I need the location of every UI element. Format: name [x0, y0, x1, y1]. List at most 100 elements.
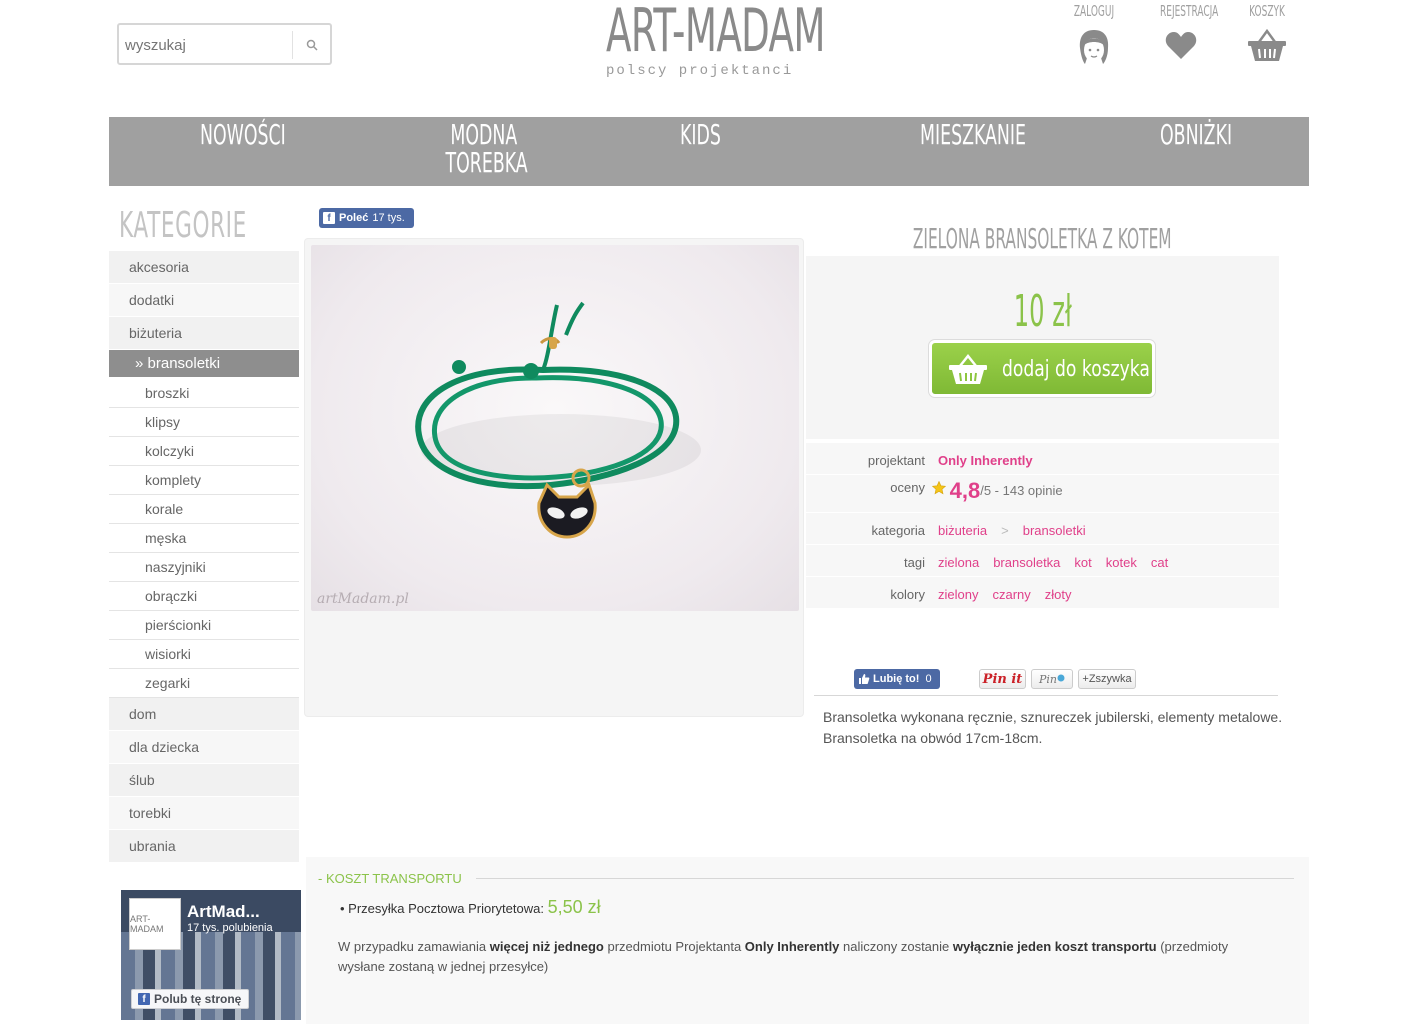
- attr-colors: kolory zielony czarny złoty: [806, 577, 1279, 609]
- search-box: [117, 23, 332, 65]
- thumbs-up-icon: [859, 674, 870, 684]
- subcategory-zegarki[interactable]: zegarki: [109, 669, 299, 698]
- subcategory-klipsy[interactable]: klipsy: [109, 408, 299, 437]
- register-label: REJESTRACJA: [1160, 2, 1219, 20]
- shipping-note: W przypadku zamawiania więcej niż jedneg…: [338, 937, 1278, 977]
- color-link[interactable]: czarny: [992, 587, 1030, 602]
- pin-icon: Pin: [1038, 673, 1065, 686]
- fb-share-button[interactable]: f Poleć 17 tys.: [319, 208, 414, 228]
- attr-tags-label: tagi: [904, 555, 925, 570]
- zszywka-label: +Zszywka: [1082, 673, 1132, 685]
- tag-link[interactable]: zielona: [938, 555, 979, 570]
- shipping-note-text: naliczony zostanie: [839, 939, 953, 954]
- subcategory-broszki[interactable]: broszki: [109, 379, 299, 408]
- attr-category: kategoria biżuteria > bransoletki: [806, 513, 1279, 545]
- logo-subtitle: polscy projektanci: [606, 63, 794, 79]
- color-link[interactable]: złoty: [1045, 587, 1072, 602]
- shipping-option-label: • Przesyłka Pocztowa Priorytetowa:: [340, 901, 544, 916]
- pinit-label: Pin it: [982, 671, 1023, 687]
- fb-page-name[interactable]: ArtMad...: [187, 902, 260, 922]
- subcategory-pierscionki[interactable]: pierścionki: [109, 611, 299, 640]
- fb-like-label: Lubię to!: [873, 673, 920, 685]
- subcategory-wisiorki[interactable]: wisiorki: [109, 640, 299, 669]
- cart-label: KOSZYK: [1249, 2, 1285, 20]
- zszywka-button[interactable]: +Zszywka: [1078, 669, 1136, 689]
- attr-rating-label: oceny: [890, 480, 925, 495]
- login-link[interactable]: ZALOGUJ: [1059, 2, 1129, 68]
- search-button[interactable]: [299, 32, 325, 58]
- shipping-note-bold: więcej niż jednego: [489, 939, 604, 954]
- add-to-cart-button[interactable]: dodaj do koszyka: [929, 340, 1155, 397]
- basket-icon: [1248, 28, 1286, 61]
- shipping-price: 5,50 zł: [547, 897, 601, 917]
- tag-link[interactable]: cat: [1151, 555, 1168, 570]
- nav-item-obnizki[interactable]: OBNIŻKI: [1160, 121, 1232, 149]
- cart-link[interactable]: KOSZYK: [1232, 2, 1302, 64]
- subcategory-obraczki[interactable]: obrączki: [109, 582, 299, 611]
- attr-category-label: kategoria: [871, 523, 925, 538]
- fb-page-logo[interactable]: ART-MADAM: [129, 898, 181, 950]
- subcategory-korale[interactable]: korale: [109, 495, 299, 524]
- category-dom[interactable]: dom: [109, 698, 299, 731]
- search-input[interactable]: [125, 33, 290, 57]
- facebook-page-widget: ART-MADAM ArtMad... 17 tys. polubienia f…: [121, 890, 301, 1020]
- shipping-note-designer: Only Inherently: [744, 939, 840, 954]
- color-link[interactable]: zielony: [938, 587, 978, 602]
- photo-watermark: artMadam.pl: [317, 591, 409, 607]
- category-torebki[interactable]: torebki: [109, 797, 299, 830]
- nav-item-modna-torebka[interactable]: MODNA TOREBKA: [440, 121, 528, 177]
- product-image-frame: artMadam.pl: [304, 238, 804, 717]
- social-buttons: Lubię to! 0 Pin it Pin +Zszywka: [854, 669, 1284, 691]
- category-akcesoria[interactable]: akcesoria: [109, 251, 299, 284]
- rating-count[interactable]: /5 - 143 opinie: [980, 483, 1062, 498]
- category-slub[interactable]: ślub: [109, 764, 299, 797]
- price-box: 10 zł dodaj do koszyka: [806, 256, 1279, 439]
- share-count: 17 tys.: [372, 212, 405, 224]
- login-label: ZALOGUJ: [1073, 2, 1115, 20]
- category-separator: >: [1001, 523, 1009, 538]
- share-label: Poleć: [339, 212, 369, 224]
- facebook-icon: f: [323, 212, 335, 224]
- price-wrap: 10 zł: [806, 286, 1279, 337]
- subcategory-naszyjniki[interactable]: naszyjniki: [109, 553, 299, 582]
- category-bransoletki[interactable]: » bransoletki: [109, 350, 299, 378]
- facebook-icon: f: [138, 993, 150, 1005]
- svg-text:Pin: Pin: [1038, 673, 1057, 686]
- shipping-title: - KOSZT TRANSPORTU: [318, 871, 462, 886]
- site-logo[interactable]: ART-MADAM polscy projektanci: [606, 0, 825, 85]
- shipping-option: • Przesyłka Pocztowa Priorytetowa: 5,50 …: [340, 897, 601, 918]
- fb-like-button[interactable]: Lubię to! 0: [854, 669, 940, 689]
- tag-link[interactable]: bransoletka: [993, 555, 1060, 570]
- register-link[interactable]: REJESTRACJA: [1146, 2, 1219, 62]
- category-ubrania[interactable]: ubrania: [109, 830, 299, 863]
- shipping-title-text: KOSZT TRANSPORTU: [325, 871, 462, 886]
- fb-like-count: 0: [925, 673, 932, 685]
- tag-link[interactable]: kot: [1074, 555, 1091, 570]
- nav-item-kids[interactable]: KIDS: [680, 121, 721, 149]
- fb-like-page-button[interactable]: f Polub tę stronę: [131, 989, 249, 1009]
- tag-link[interactable]: kotek: [1106, 555, 1137, 570]
- category-link-bizuteria[interactable]: biżuteria: [938, 523, 987, 538]
- attr-designer-label: projektant: [867, 453, 925, 468]
- divider: [814, 695, 1278, 696]
- subcategory-meska[interactable]: męska: [109, 524, 299, 553]
- category-link-bransoletki[interactable]: bransoletki: [1023, 523, 1086, 538]
- subcategory-komplety[interactable]: komplety: [109, 466, 299, 495]
- attr-designer: projektant Only Inherently: [806, 443, 1279, 475]
- subcategory-kolczyki[interactable]: kolczyki: [109, 437, 299, 466]
- product-photo[interactable]: artMadam.pl: [311, 245, 799, 611]
- bracelet-illustration: [415, 301, 701, 539]
- product-description: Bransoletka wykonana ręcznie, sznureczek…: [823, 709, 1283, 746]
- product-title-wrap: ZIELONA BRANSOLETKA Z KOTEM: [806, 222, 1279, 255]
- category-dla-dziecka[interactable]: dla dziecka: [109, 731, 299, 764]
- fancy-pin-button[interactable]: Pin: [1031, 669, 1073, 689]
- designer-link[interactable]: Only Inherently: [938, 453, 1033, 468]
- category-dodatki[interactable]: dodatki: [109, 284, 299, 317]
- shipping-divider: [476, 878, 1294, 879]
- pinterest-button[interactable]: Pin it: [979, 669, 1026, 689]
- nav-item-nowosci[interactable]: NOWOŚCI: [200, 121, 286, 149]
- fb-page-likes: 17 tys. polubienia: [187, 922, 273, 934]
- category-bizuteria[interactable]: biżuteria: [109, 317, 299, 350]
- nav-item-mieszkanie[interactable]: MIESZKANIE: [920, 121, 1026, 149]
- shipping-section: - KOSZT TRANSPORTU • Przesyłka Pocztowa …: [306, 857, 1309, 1024]
